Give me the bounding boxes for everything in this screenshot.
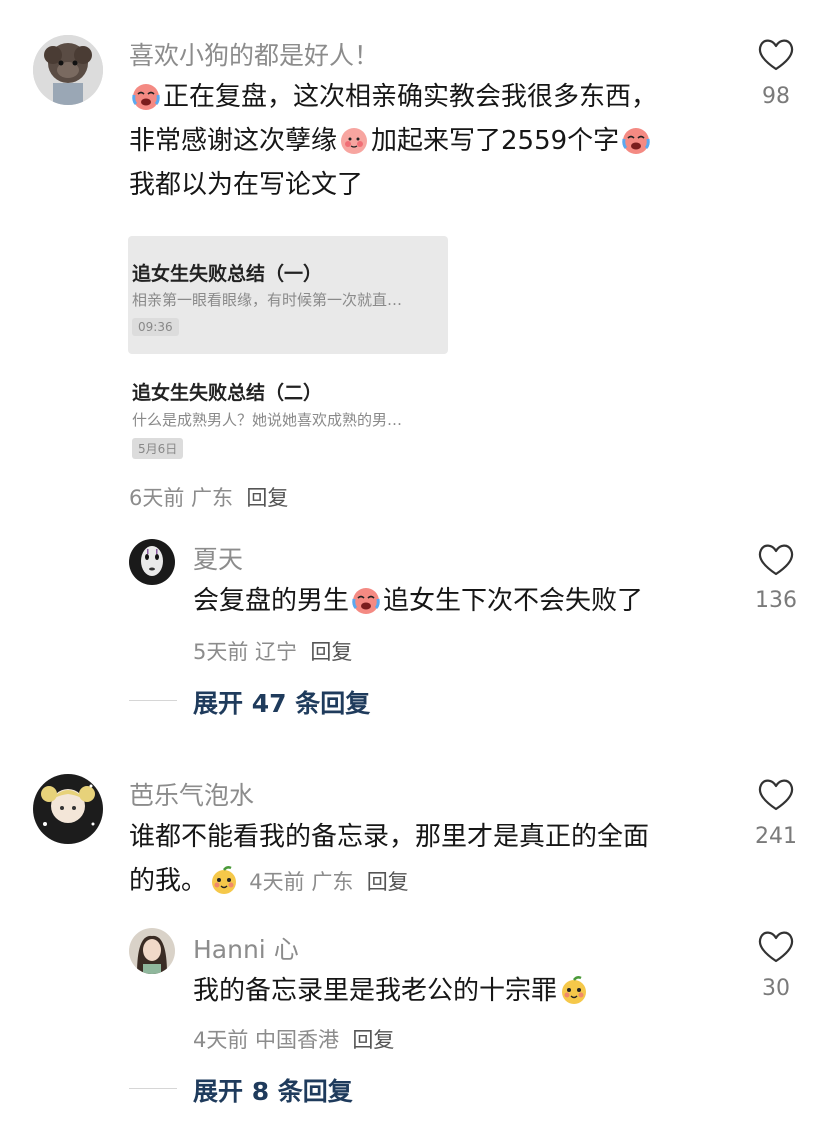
crying-laugh-emoji — [621, 125, 651, 155]
crying-laugh-emoji — [351, 585, 381, 615]
avatar[interactable] — [33, 774, 103, 844]
like-button[interactable] — [757, 38, 795, 76]
heart-outline-icon — [758, 39, 794, 71]
comment-image[interactable]: 追女生失败总结（一） 相亲第一眼看眼缘，有时候第一次就直… 09:36 追女生失… — [128, 236, 448, 470]
comment-username[interactable]: 喜欢小狗的都是好人！ — [129, 36, 379, 72]
reply-button[interactable]: 回复 — [246, 486, 288, 510]
note-title: 追女生失败总结（二） — [132, 382, 323, 404]
comment-text: 我都以为在写论文了 — [129, 170, 364, 200]
portrait-avatar-icon — [129, 928, 175, 974]
like-count: 98 — [762, 84, 790, 109]
comment-text: 的我。 4天前 广东 回复 — [129, 865, 409, 896]
no-face-avatar-icon — [129, 539, 175, 585]
like-count: 30 — [762, 976, 790, 1001]
reply-text: 会复盘的男生 追女生下次不会失败了 — [193, 585, 644, 616]
heart-outline-icon — [758, 544, 794, 576]
comment-text: 正在复盘，这次相亲确实教会我很多东西， — [129, 75, 657, 119]
comment-username[interactable]: 芭乐气泡水 — [129, 776, 254, 812]
shy-face-emoji — [339, 125, 369, 155]
note-preview: 什么是成熟男人？她说她喜欢成熟的男… — [132, 411, 403, 429]
note-preview: 相亲第一眼看眼缘，有时候第一次就直… — [132, 291, 403, 309]
heart-outline-icon — [758, 779, 794, 811]
note-title: 追女生失败总结（一） — [132, 263, 323, 285]
smug-face-emoji — [209, 865, 239, 895]
note-time: 09:36 — [132, 318, 179, 336]
crying-laugh-emoji — [131, 81, 161, 111]
comment-meta: 4天前 广东 回复 — [249, 870, 409, 894]
comment-text: 非常感谢这次孽缘 加起来写了2559个字 — [129, 119, 653, 163]
like-button[interactable] — [757, 778, 795, 816]
like-button[interactable] — [757, 543, 795, 581]
like-count: 136 — [755, 588, 797, 613]
comment-meta: 6天前 广东 回复 — [129, 486, 289, 510]
avatar[interactable] — [129, 539, 175, 585]
comment-text: 谁都不能看我的备忘录，那里才是真正的全面 — [129, 822, 650, 852]
avatar[interactable] — [129, 928, 175, 974]
reply-username[interactable]: Hanni 心 — [193, 930, 299, 966]
reply-text: 我的备忘录里是我老公的十宗罪 — [193, 969, 591, 1013]
reply-button[interactable]: 回复 — [310, 640, 352, 664]
reply-meta: 4天前 中国香港 回复 — [193, 1028, 395, 1052]
avatar[interactable] — [33, 35, 103, 105]
like-button[interactable] — [757, 930, 795, 968]
divider — [129, 1088, 177, 1089]
note-time: 5月6日 — [132, 438, 184, 459]
reply-username[interactable]: 夏天 — [193, 540, 243, 576]
reply-button[interactable]: 回复 — [352, 1028, 394, 1052]
heart-outline-icon — [758, 931, 794, 963]
like-count: 241 — [755, 824, 797, 849]
reply-meta: 5天前 辽宁 回复 — [193, 640, 353, 664]
expand-replies-button[interactable]: 展开 47 条回复 — [193, 684, 370, 720]
divider — [129, 700, 177, 701]
smug-face-emoji — [559, 975, 589, 1005]
reply-button[interactable]: 回复 — [367, 870, 409, 894]
expand-replies-button[interactable]: 展开 8 条回复 — [193, 1072, 353, 1108]
dog-avatar-icon — [33, 35, 103, 105]
anime-avatar-icon — [33, 774, 103, 844]
